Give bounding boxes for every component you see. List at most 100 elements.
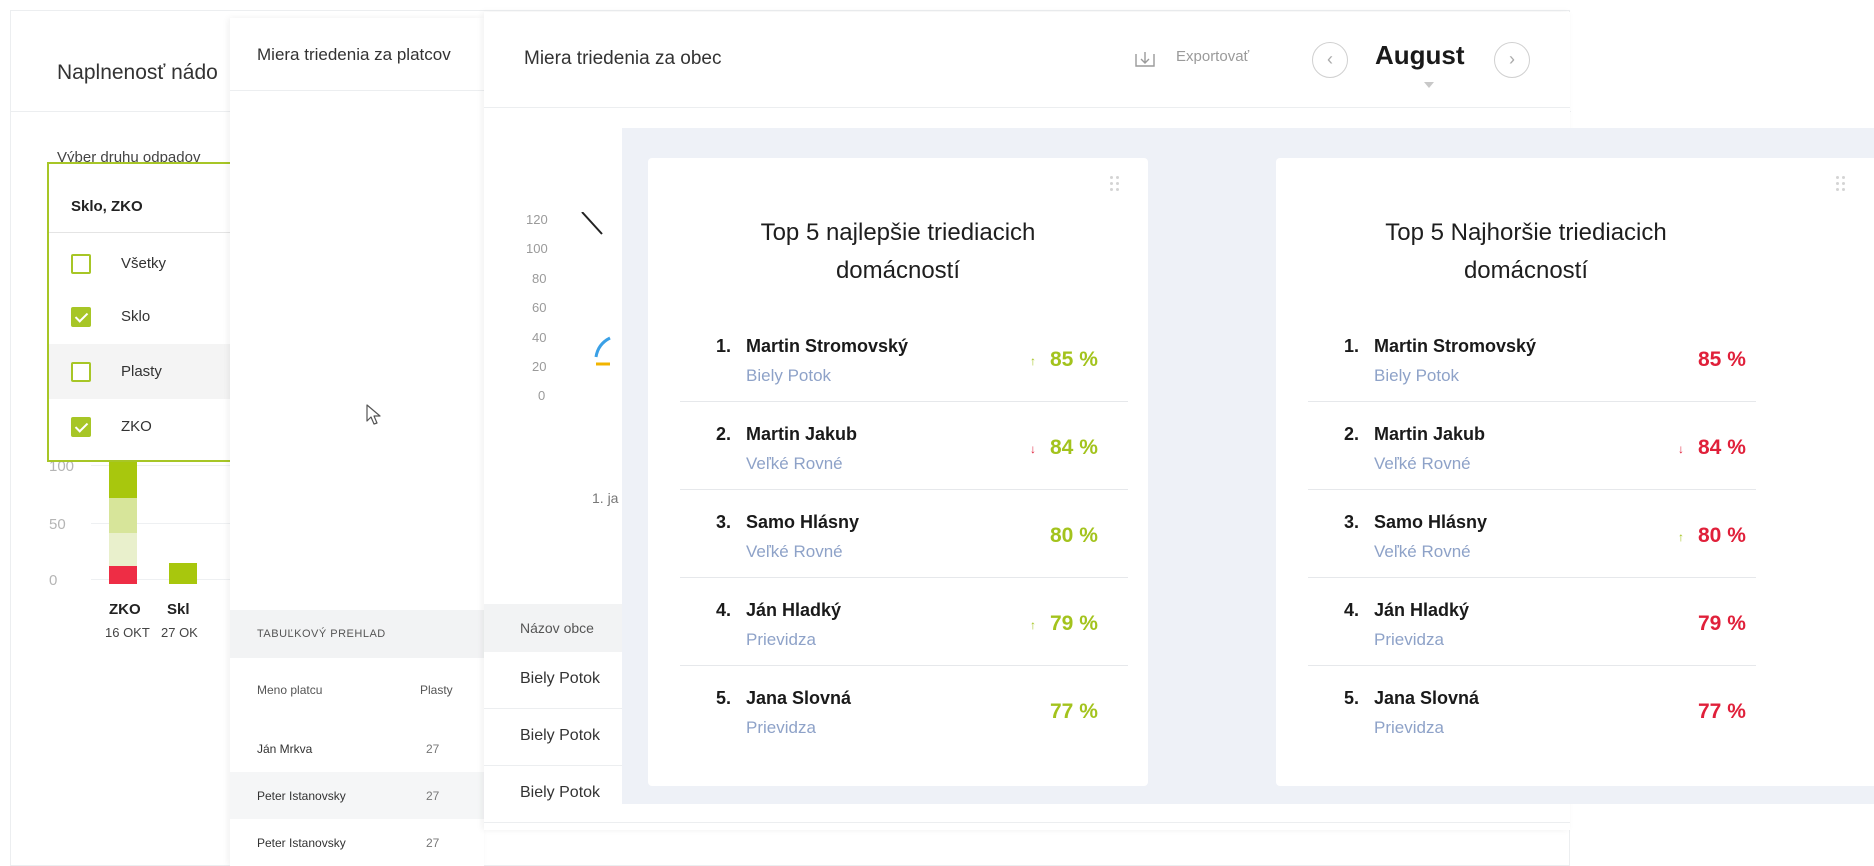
household-name: Ján Hladký <box>746 600 842 620</box>
bar-segment[interactable] <box>169 563 197 584</box>
payer-name: Ján Mrkva <box>257 742 313 756</box>
payer-sorting-panel: Miera triedenia za platcov TABUĽKOVÝ PRE… <box>230 18 484 866</box>
arrow-down-icon: ↓ <box>1030 442 1036 456</box>
rank-number: 4. <box>716 600 732 620</box>
household-name: Martin Stromovský <box>1374 336 1537 356</box>
ranking-row[interactable]: 3. Samo Hlásny Veľké Rovné ↑ 80 % <box>1276 490 1776 578</box>
line-chart-fragment <box>581 212 611 366</box>
checkbox[interactable] <box>71 362 91 382</box>
household-city: Prievidza <box>746 718 816 737</box>
dropdown-selected-value[interactable]: Sklo, ZKO <box>71 198 143 215</box>
sorting-percent: 79 % <box>1050 612 1098 635</box>
mouse-cursor-icon <box>366 404 381 425</box>
household-name: Ján Hladký <box>1374 600 1470 620</box>
household-city: Veľké Rovné <box>1374 542 1471 561</box>
ranking-row[interactable]: 2. Martin Jakub Veľké Rovné ↓ 84 % <box>648 402 1148 490</box>
x-tick: 1. ja <box>592 490 619 506</box>
town-name: Biely Potok <box>520 784 601 801</box>
table-overview-header: TABUĽKOVÝ PREHLAD <box>230 610 484 658</box>
worst-households-card: Top 5 Najhoršie triediacich domácností 1… <box>1276 158 1874 786</box>
y-tick: 50 <box>49 516 66 533</box>
panel-title: Miera triedenia za platcov <box>257 45 451 64</box>
option-zko[interactable]: ZKO <box>49 399 245 454</box>
y-tick: 60 <box>532 300 547 315</box>
ranking-row[interactable]: 4. Ján Hladký Prievidza ↑ 79 % <box>648 578 1148 666</box>
ranking-row[interactable]: 5. Jana Slovná Prievidza 77 % <box>1276 666 1776 754</box>
household-city: Veľké Rovné <box>746 542 843 561</box>
household-city: Prievidza <box>746 630 816 649</box>
household-name: Samo Hlásny <box>1374 512 1488 532</box>
export-icon[interactable] <box>1134 50 1156 70</box>
ranking-overlay: Top 5 najlepšie triediacich domácností 1… <box>622 128 1874 804</box>
checkbox[interactable] <box>71 254 91 274</box>
household-name: Jana Slovná <box>1374 688 1480 708</box>
category-label: Skl <box>167 601 190 618</box>
household-city: Prievidza <box>1374 718 1444 737</box>
ranking-row[interactable]: 3. Samo Hlásny Veľké Rovné 80 % <box>648 490 1148 578</box>
y-tick: 100 <box>526 241 548 256</box>
drag-handle-icon[interactable] <box>1836 176 1846 196</box>
sorting-percent: 77 % <box>1698 700 1746 723</box>
household-name: Martin Jakub <box>746 424 858 444</box>
table-row[interactable]: Ján Mrkva 27 <box>230 725 484 772</box>
option-vsetky[interactable]: Všetky <box>49 236 245 291</box>
arrow-up-icon: ↑ <box>1030 618 1036 632</box>
option-label: Všetky <box>121 255 167 272</box>
dropdown-divider <box>49 232 245 233</box>
town-name: Biely Potok <box>520 727 601 744</box>
arrow-down-icon: ↓ <box>1678 442 1684 456</box>
arrow-up-icon: ↑ <box>1030 354 1036 368</box>
column-header-town[interactable]: Názov obce <box>520 620 594 636</box>
chevron-right-icon[interactable]: › <box>1494 42 1530 78</box>
ranking-row[interactable]: 4. Ján Hladký Prievidza 79 % <box>1276 578 1776 666</box>
sorting-percent: 80 % <box>1698 524 1746 547</box>
ranking-row[interactable]: 1. Martin Stromovský Biely Potok 85 % <box>1276 314 1776 402</box>
panel-title: Miera triedenia za obec <box>524 48 722 69</box>
household-city: Biely Potok <box>1374 366 1460 385</box>
rank-number: 3. <box>1344 512 1360 532</box>
chevron-down-icon[interactable] <box>1424 82 1434 88</box>
household-name: Martin Stromovský <box>746 336 909 356</box>
ranking-row[interactable]: 1. Martin Stromovský Biely Potok ↑ 85 % <box>648 314 1148 402</box>
category-label: ZKO <box>109 601 141 618</box>
bar-segment[interactable] <box>109 533 137 566</box>
table-row[interactable]: Peter Istanovsky 27 <box>230 772 484 819</box>
option-plasty[interactable]: Plasty <box>49 344 245 399</box>
household-city: Prievidza <box>1374 630 1444 649</box>
household-city: Veľké Rovné <box>746 454 843 473</box>
option-sklo[interactable]: Sklo <box>49 289 245 344</box>
drag-handle-icon[interactable] <box>1110 176 1120 196</box>
ranking-row[interactable]: 5. Jana Slovná Prievidza 77 % <box>648 666 1148 754</box>
table-overview-title: TABUĽKOVÝ PREHLAD <box>257 628 386 640</box>
payer-value: 27 <box>426 789 440 803</box>
export-button[interactable]: Exportovať <box>1176 48 1249 65</box>
option-label: Plasty <box>121 363 162 380</box>
month-selector[interactable]: August <box>1375 40 1465 71</box>
payer-name: Peter Istanovsky <box>257 836 346 850</box>
card-title: Top 5 Najhoršie triediacich domácností <box>1385 219 1667 284</box>
rank-number: 5. <box>716 688 732 708</box>
checkbox[interactable] <box>71 417 91 437</box>
payer-value: 27 <box>426 742 440 756</box>
column-header-plastic[interactable]: Plasty <box>420 683 453 697</box>
chevron-left-icon[interactable]: ‹ <box>1312 42 1348 78</box>
checkbox[interactable] <box>71 307 91 327</box>
column-header-name[interactable]: Meno platcu <box>257 683 322 697</box>
table-row[interactable]: Peter Istanovsky 27 <box>230 819 484 866</box>
bar-segment[interactable] <box>109 566 137 584</box>
sorting-percent: 80 % <box>1050 524 1098 547</box>
arrow-up-icon: ↑ <box>1678 530 1684 544</box>
rank-number: 2. <box>716 424 732 444</box>
rank-number: 1. <box>716 336 732 356</box>
household-name: Samo Hlásny <box>746 512 860 532</box>
bar-segment[interactable] <box>109 498 137 533</box>
category-date: 16 OKT <box>105 625 150 640</box>
ranking-row[interactable]: 2. Martin Jakub Veľké Rovné ↓ 84 % <box>1276 402 1776 490</box>
payer-value: 27 <box>426 836 440 850</box>
household-name: Jana Slovná <box>746 688 852 708</box>
card-title: Top 5 najlepšie triediacich domácností <box>760 219 1036 284</box>
sorting-percent: 84 % <box>1698 436 1746 459</box>
y-tick: 0 <box>538 388 546 403</box>
payer-name: Peter Istanovsky <box>257 789 346 803</box>
waste-type-dropdown[interactable]: Sklo, ZKO Všetky Sklo Plasty ZKO <box>47 162 247 462</box>
